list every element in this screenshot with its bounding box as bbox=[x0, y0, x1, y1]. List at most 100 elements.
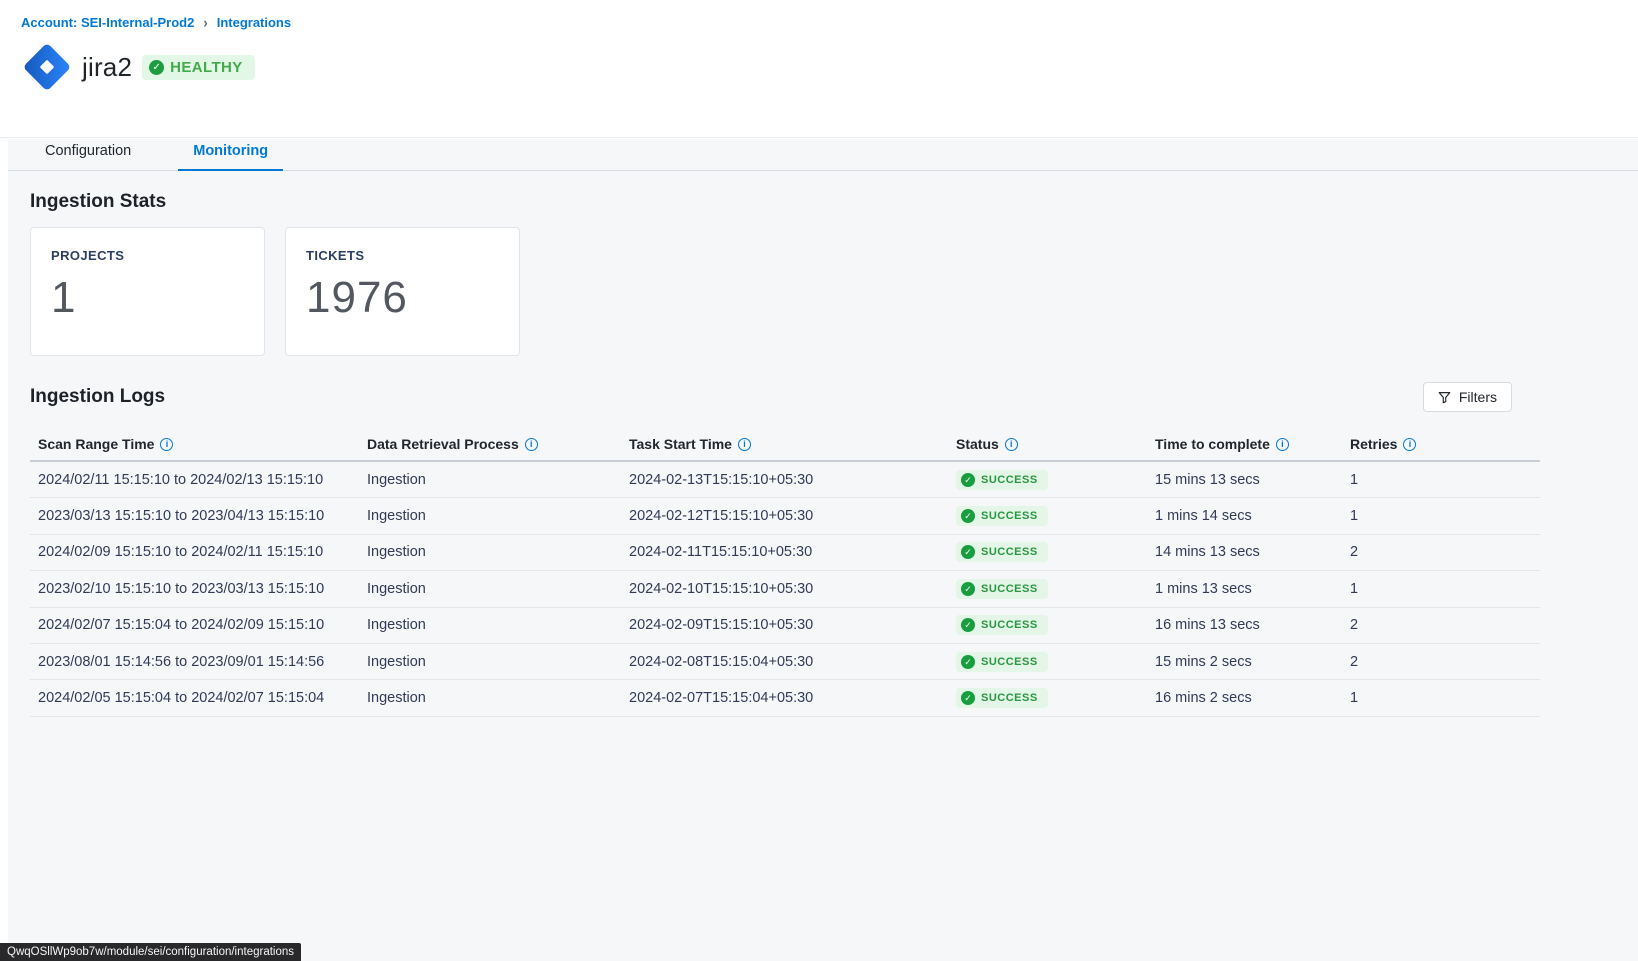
time-to-complete-cell: 1 mins 14 secs bbox=[1155, 508, 1350, 524]
retries-cell: 1 bbox=[1350, 581, 1540, 597]
process-cell: Ingestion bbox=[367, 508, 629, 524]
info-icon[interactable]: i bbox=[525, 438, 538, 451]
breadcrumb-integrations-link[interactable]: Integrations bbox=[217, 15, 291, 30]
process-cell: Ingestion bbox=[367, 690, 629, 706]
column-header-retries: Retries i bbox=[1350, 436, 1540, 452]
task-start-cell: 2024-02-08T15:15:04+05:30 bbox=[629, 654, 956, 670]
column-header-label: Status bbox=[956, 436, 999, 452]
process-cell: Ingestion bbox=[367, 544, 629, 560]
stat-value: 1976 bbox=[306, 273, 499, 323]
status-cell: ✓SUCCESS bbox=[956, 652, 1155, 672]
time-to-complete-cell: 15 mins 13 secs bbox=[1155, 472, 1350, 488]
chevron-right-icon: › bbox=[203, 14, 207, 31]
table-row: 2024/02/11 15:15:10 to 2024/02/13 15:15:… bbox=[30, 462, 1540, 498]
page-body: Configuration Monitoring Ingestion Stats… bbox=[0, 139, 1638, 961]
check-circle-icon: ✓ bbox=[961, 473, 975, 487]
process-cell: Ingestion bbox=[367, 581, 629, 597]
scan-range-cell: 2024/02/11 15:15:10 to 2024/02/13 15:15:… bbox=[38, 472, 367, 488]
task-start-cell: 2024-02-13T15:15:10+05:30 bbox=[629, 472, 956, 488]
check-circle-icon: ✓ bbox=[961, 618, 975, 632]
table-row: 2023/02/10 15:15:10 to 2023/03/13 15:15:… bbox=[30, 571, 1540, 607]
breadcrumb-account-link[interactable]: Account: SEI-Internal-Prod2 bbox=[21, 15, 194, 30]
status-badge: ✓SUCCESS bbox=[956, 542, 1048, 562]
stat-card-projects: PROJECTS 1 bbox=[30, 227, 265, 356]
tab-monitoring[interactable]: Monitoring bbox=[178, 137, 283, 171]
column-header-label: Data Retrieval Process bbox=[367, 436, 519, 452]
process-cell: Ingestion bbox=[367, 472, 629, 488]
link-preview-status-bar: QwqOSllWp9ob7w/module/sei/configuration/… bbox=[0, 943, 301, 961]
column-header-task-start-time: Task Start Timei bbox=[629, 436, 956, 452]
table-row: 2024/02/07 15:15:04 to 2024/02/09 15:15:… bbox=[30, 608, 1540, 644]
task-start-cell: 2024-02-07T15:15:04+05:30 bbox=[629, 690, 956, 706]
status-cell: ✓ SUCCESS bbox=[956, 579, 1155, 599]
status-badge: ✓ SUCCESS bbox=[956, 470, 1048, 490]
scan-range-cell: 2024/02/07 15:15:04 to 2024/02/09 15:15:… bbox=[38, 617, 367, 633]
status-badge: ✓SUCCESS bbox=[956, 652, 1048, 672]
status-badge-label: SUCCESS bbox=[981, 656, 1038, 668]
task-start-cell: 2024-02-12T15:15:10+05:30 bbox=[629, 508, 956, 524]
table-row: 2024/02/05 15:15:04 to 2024/02/07 15:15:… bbox=[30, 680, 1540, 716]
ingestion-logs-heading: Ingestion Logs bbox=[30, 386, 165, 408]
status-cell: ✓SUCCESS bbox=[956, 542, 1155, 562]
retries-cell: 2 bbox=[1350, 617, 1540, 633]
ingestion-logs-header: Ingestion Logs Filters bbox=[30, 382, 1540, 412]
status-cell: ✓SUCCESS bbox=[956, 615, 1155, 635]
status-badge: ✓ SUCCESS bbox=[956, 579, 1048, 599]
info-icon[interactable]: i bbox=[738, 438, 751, 451]
info-icon[interactable]: i bbox=[1005, 438, 1018, 451]
retries-cell: 2 bbox=[1350, 544, 1540, 560]
stat-card-tickets: TICKETS 1976 bbox=[285, 227, 520, 356]
retries-cell: 1 bbox=[1350, 690, 1540, 706]
task-start-cell: 2024-02-10T15:15:10+05:30 bbox=[629, 581, 956, 597]
tab-bar: Configuration Monitoring bbox=[8, 139, 1638, 171]
logs-table-body: 2024/02/11 15:15:10 to 2024/02/13 15:15:… bbox=[30, 462, 1540, 717]
stat-label: TICKETS bbox=[306, 248, 499, 263]
integration-title-row: jira2 ✓ HEALTHY bbox=[21, 41, 1638, 93]
info-icon[interactable]: i bbox=[1276, 438, 1289, 451]
scan-range-cell: 2023/08/01 15:14:56 to 2023/09/01 15:14:… bbox=[38, 654, 367, 670]
filter-funnel-icon bbox=[1438, 391, 1451, 404]
check-circle-icon: ✓ bbox=[961, 582, 975, 596]
retries-cell: 1 bbox=[1350, 472, 1540, 488]
task-start-cell: 2024-02-11T15:15:10+05:30 bbox=[629, 544, 956, 560]
ingestion-logs-table: Scan Range TimeiData Retrieval ProcessiT… bbox=[30, 428, 1540, 717]
logs-table-header: Scan Range TimeiData Retrieval ProcessiT… bbox=[30, 428, 1540, 462]
check-circle-icon: ✓ bbox=[961, 509, 975, 523]
stat-label: PROJECTS bbox=[51, 248, 244, 263]
column-header-label: Time to complete bbox=[1155, 436, 1270, 452]
time-to-complete-cell: 16 mins 2 secs bbox=[1155, 690, 1350, 706]
status-badge-label: SUCCESS bbox=[981, 510, 1038, 522]
status-cell: ✓ SUCCESS bbox=[956, 470, 1155, 490]
health-badge-label: HEALTHY bbox=[170, 59, 243, 76]
page-header: Account: SEI-Internal-Prod2 › Integratio… bbox=[0, 0, 1638, 138]
info-icon[interactable]: i bbox=[160, 438, 173, 451]
column-header-time-to-complete: Time to complete i bbox=[1155, 436, 1350, 452]
retries-cell: 2 bbox=[1350, 654, 1540, 670]
filters-button[interactable]: Filters bbox=[1423, 382, 1512, 412]
stat-cards: PROJECTS 1 TICKETS 1976 bbox=[30, 227, 1540, 356]
retries-cell: 1 bbox=[1350, 508, 1540, 524]
status-cell: ✓ SUCCESS bbox=[956, 688, 1155, 708]
status-badge: ✓ SUCCESS bbox=[956, 506, 1048, 526]
status-badge-label: SUCCESS bbox=[981, 474, 1038, 486]
tab-configuration[interactable]: Configuration bbox=[30, 137, 146, 171]
scan-range-cell: 2024/02/05 15:15:04 to 2024/02/07 15:15:… bbox=[38, 690, 367, 706]
column-header-label: Retries bbox=[1350, 436, 1397, 452]
status-badge: ✓ SUCCESS bbox=[956, 688, 1048, 708]
table-row: 2024/02/09 15:15:10 to 2024/02/11 15:15:… bbox=[30, 535, 1540, 571]
stat-value: 1 bbox=[51, 273, 244, 323]
page-title: jira2 bbox=[82, 52, 132, 83]
column-header-scan-range-time: Scan Range Time i bbox=[38, 436, 367, 452]
process-cell: Ingestion bbox=[367, 617, 629, 633]
column-header-label: Scan Range Time bbox=[38, 436, 154, 452]
table-row: 2023/03/13 15:15:10 to 2023/04/13 15:15:… bbox=[30, 498, 1540, 534]
breadcrumb: Account: SEI-Internal-Prod2 › Integratio… bbox=[0, 0, 1638, 30]
status-badge-label: SUCCESS bbox=[981, 583, 1038, 595]
info-icon[interactable]: i bbox=[1403, 438, 1416, 451]
table-row: 2023/08/01 15:14:56 to 2023/09/01 15:14:… bbox=[30, 644, 1540, 680]
status-cell: ✓ SUCCESS bbox=[956, 506, 1155, 526]
time-to-complete-cell: 16 mins 13 secs bbox=[1155, 617, 1350, 633]
filters-button-label: Filters bbox=[1459, 389, 1497, 405]
check-circle-icon: ✓ bbox=[961, 691, 975, 705]
status-badge-label: SUCCESS bbox=[981, 692, 1038, 704]
